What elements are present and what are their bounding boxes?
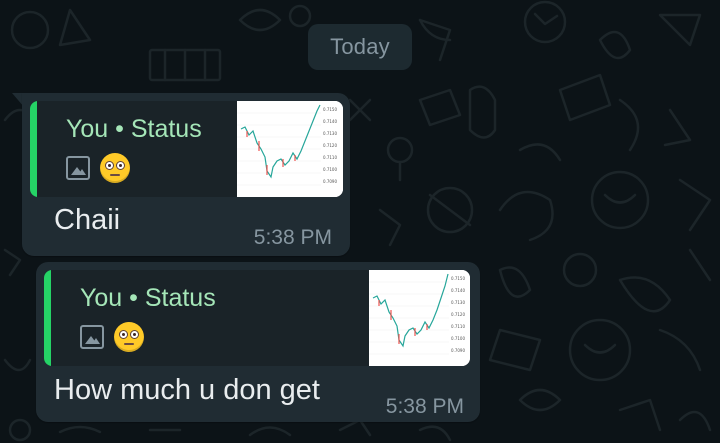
message-bubble[interactable]: You • Status 0.7150 0.7140 0.7130 0.7120… [22, 93, 350, 256]
svg-text:0.7090: 0.7090 [323, 179, 337, 184]
quote-media-row [80, 322, 144, 352]
message-text: How much u don get [54, 374, 320, 406]
status-reply-quote[interactable]: You • Status 0.7150 0.7140 0.7130 0.7120… [30, 101, 343, 197]
svg-text:0.7110: 0.7110 [323, 155, 337, 160]
quote-accent-bar [44, 270, 51, 366]
svg-text:0.7130: 0.7130 [323, 131, 337, 136]
message-bubble[interactable]: You • Status 0.7150 0.7140 0.7130 0.7120… [36, 262, 480, 422]
svg-text:0.7110: 0.7110 [451, 324, 465, 329]
status-thumbnail[interactable]: 0.7150 0.7140 0.7130 0.7120 0.7110 0.7100 0… [237, 101, 343, 197]
quote-accent-bar [30, 101, 37, 197]
flushed-face-emoji-icon [100, 153, 130, 183]
svg-text:0.7150: 0.7150 [451, 276, 465, 281]
message-timestamp: 5:38 PM [253, 226, 332, 249]
svg-text:0.7140: 0.7140 [323, 119, 337, 124]
svg-text:0.7120: 0.7120 [451, 312, 465, 317]
svg-text:0.7100: 0.7100 [323, 167, 337, 172]
message-timestamp: 5:38 PM [385, 395, 464, 418]
image-icon [66, 156, 90, 180]
svg-text:0.7130: 0.7130 [451, 300, 465, 305]
chart-thumbnail-icon: 0.7150 0.7140 0.7130 0.7120 0.7110 0.7100 0… [369, 270, 470, 366]
status-thumbnail[interactable]: 0.7150 0.7140 0.7130 0.7120 0.7110 0.7100 0… [369, 270, 470, 366]
flushed-face-emoji-icon [114, 322, 144, 352]
date-chip: Today [308, 24, 412, 70]
svg-text:0.7150: 0.7150 [323, 107, 337, 112]
image-icon [80, 325, 104, 349]
svg-text:0.7120: 0.7120 [323, 143, 337, 148]
svg-text:0.7100: 0.7100 [451, 336, 465, 341]
quote-title: You • Status [80, 284, 216, 312]
chart-thumbnail-icon: 0.7150 0.7140 0.7130 0.7120 0.7110 0.7100 0… [237, 101, 343, 197]
message-text: Chaii [54, 204, 121, 236]
date-chip-label: Today [330, 34, 390, 59]
status-reply-quote[interactable]: You • Status 0.7150 0.7140 0.7130 0.7120… [44, 270, 470, 366]
svg-text:0.7090: 0.7090 [451, 348, 465, 353]
svg-text:0.7140: 0.7140 [451, 288, 465, 293]
quote-media-row [66, 153, 130, 183]
quote-title: You • Status [66, 115, 202, 143]
